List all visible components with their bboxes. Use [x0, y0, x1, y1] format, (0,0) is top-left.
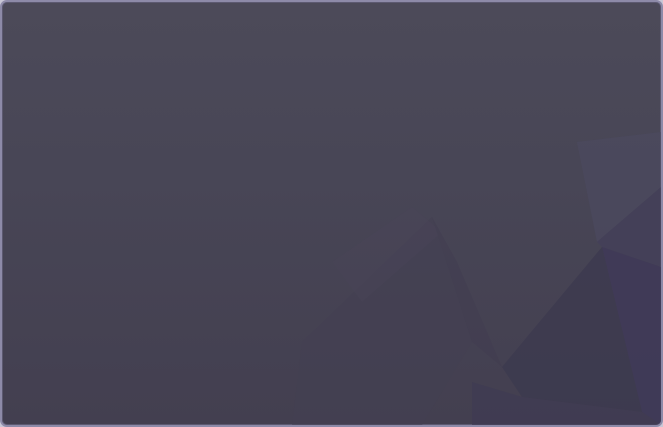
window-frame — [0, 0, 663, 427]
polygon-background-art — [292, 132, 661, 425]
